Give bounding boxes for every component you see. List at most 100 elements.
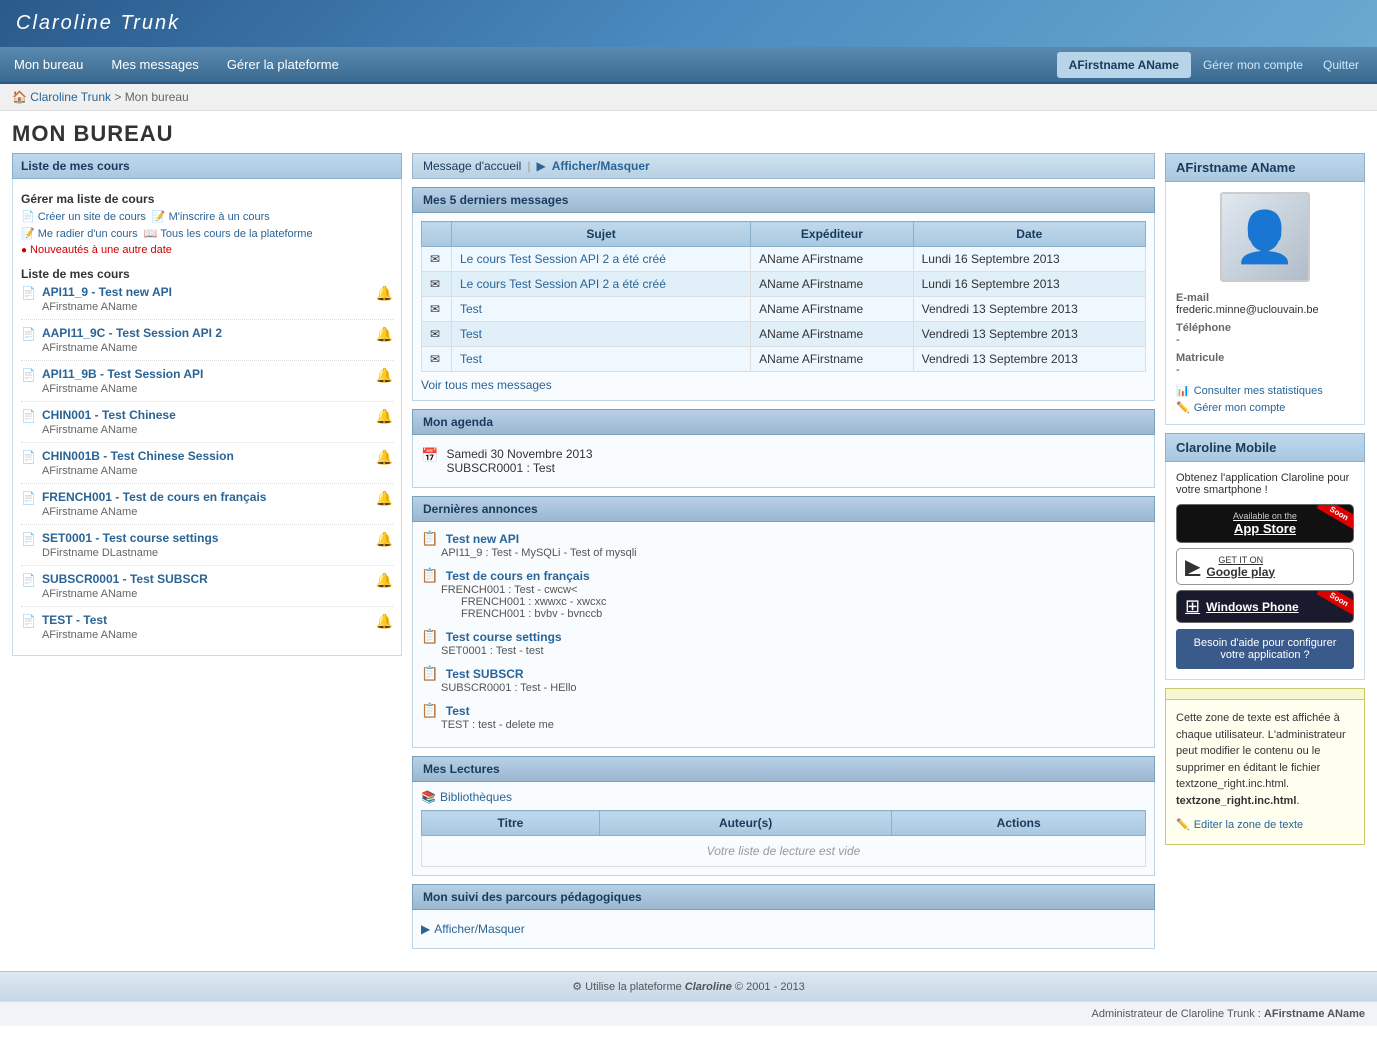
list-item: 📄 CHIN001 - Test Chinese AFirstname ANam… [21, 408, 393, 443]
announce-sub: FRENCH001 : Test - cwcw<FRENCH001 : xwwx… [421, 584, 1146, 620]
list-item: 📄 API11_9B - Test Session API AFirstname… [21, 367, 393, 402]
course-doc-icon: 📄 [21, 614, 36, 628]
list-item: 📋 Test SUBSCR SUBSCR0001 : Test - HEllo [421, 665, 1146, 694]
envelope-icon: ✉ [430, 352, 440, 366]
tous-cours-link[interactable]: 📖 Tous les cours de la plateforme [144, 227, 313, 240]
help-button[interactable]: Besoin d'aide pour configurer votre appl… [1176, 629, 1354, 669]
nav-mon-bureau[interactable]: Mon bureau [0, 47, 97, 82]
radier-cours-link[interactable]: 📝 Me radier d'un cours [21, 227, 138, 240]
phone-field: Téléphone - [1176, 322, 1354, 346]
course-name-link[interactable]: API11_9 - Test new API [42, 285, 376, 299]
radier-icon: 📝 [21, 227, 35, 240]
msg-sender-cell: AName AFirstname [751, 347, 913, 372]
course-name-link[interactable]: API11_9B - Test Session API [42, 367, 376, 381]
lect-col-actions: Actions [892, 811, 1146, 836]
msg-date-cell: Vendredi 13 Septembre 2013 [913, 297, 1145, 322]
msg-subject-cell: Le cours Test Session API 2 a été créé [452, 272, 751, 297]
footer-logo: ⚙ [572, 981, 582, 993]
course-name-link[interactable]: SET0001 - Test course settings [42, 531, 376, 545]
voir-messages-link[interactable]: Voir tous mes messages [421, 378, 552, 392]
announce-icon: 📋 [421, 628, 438, 644]
course-doc-icon: 📄 [21, 368, 36, 382]
parcours-toggle[interactable]: ▶ Afficher/Masquer [421, 918, 1146, 940]
announce-title-link[interactable]: Test new API [446, 532, 519, 546]
bibliotheques-link[interactable]: 📚 Bibliothèques [421, 790, 1146, 804]
announce-icon: 📋 [421, 530, 438, 546]
msg-subject-link[interactable]: Le cours Test Session API 2 a été créé [460, 277, 666, 291]
afficher-masquer-msg-link[interactable]: Afficher/Masquer [552, 159, 650, 173]
msg-subject-link[interactable]: Test [460, 302, 482, 316]
msg-subject-link[interactable]: Test [460, 352, 482, 366]
stats-link[interactable]: 📊 Consulter mes statistiques [1176, 384, 1354, 397]
course-doc-icon: 📄 [21, 491, 36, 505]
course-teacher: AFirstname AName [42, 465, 137, 477]
course-bell-icon[interactable]: 🔔 [376, 572, 393, 589]
lect-empty: Votre liste de lecture est vide [422, 836, 1146, 867]
course-teacher: AFirstname AName [42, 588, 137, 600]
announce-title-link[interactable]: Test de cours en français [446, 569, 590, 583]
agenda-body: 📅 Samedi 30 Novembre 2013 SUBSCR0001 : T… [412, 435, 1155, 488]
compte-icon: ✏️ [1176, 401, 1190, 414]
envelope-icon: ✉ [430, 252, 440, 266]
quitter-link[interactable]: Quitter [1315, 52, 1367, 78]
parcours-body: ▶ Afficher/Masquer [412, 910, 1155, 949]
list-item: 📋 Test de cours en français FRENCH001 : … [421, 567, 1146, 620]
course-name-link[interactable]: TEST - Test [42, 613, 376, 627]
table-row: ✉ Le cours Test Session API 2 a été créé… [422, 272, 1146, 297]
course-name-link[interactable]: AAPI11_9C - Test Session API 2 [42, 326, 376, 340]
course-name-link[interactable]: CHIN001B - Test Chinese Session [42, 449, 376, 463]
googleplay-badge[interactable]: ▶ GET IT ON Google play [1176, 548, 1354, 585]
compte-link[interactable]: ✏️ Gérer mon compte [1176, 401, 1354, 414]
course-bell-icon[interactable]: 🔔 [376, 408, 393, 425]
creer-cours-link[interactable]: 📄 Créer un site de cours [21, 210, 146, 223]
msg-subject-link[interactable]: Le cours Test Session API 2 a été créé [460, 252, 666, 266]
table-row: ✉ Le cours Test Session API 2 a été créé… [422, 247, 1146, 272]
msg-accueil-bar: Message d'accueil | ▶ Afficher/Masquer [412, 153, 1155, 179]
course-doc-icon: 📄 [21, 409, 36, 423]
lectures-header: Mes Lectures [412, 756, 1155, 782]
page-title-area: MON BUREAU [0, 111, 1377, 153]
course-bell-icon[interactable]: 🔔 [376, 531, 393, 548]
course-name-link[interactable]: SUBSCR0001 - Test SUBSCR [42, 572, 376, 586]
course-bell-icon[interactable]: 🔔 [376, 367, 393, 384]
avatar-container: 👤 [1176, 192, 1354, 282]
course-bell-icon[interactable]: 🔔 [376, 326, 393, 343]
breadcrumb-current: Mon bureau [125, 90, 189, 104]
nav-gerer-plateforme[interactable]: Gérer la plateforme [213, 47, 353, 82]
course-bell-icon[interactable]: 🔔 [376, 490, 393, 507]
course-name-link[interactable]: FRENCH001 - Test de cours en français [42, 490, 376, 504]
biblio-icon: 📚 [421, 790, 436, 804]
course-bell-icon[interactable]: 🔔 [376, 449, 393, 466]
breadcrumb-home[interactable]: Claroline Trunk [30, 90, 111, 104]
announce-title-link[interactable]: Test SUBSCR [446, 667, 524, 681]
center-column: Message d'accueil | ▶ Afficher/Masquer M… [412, 153, 1155, 949]
course-info: CHIN001B - Test Chinese Session AFirstna… [42, 449, 376, 477]
announce-title-link[interactable]: Test course settings [446, 630, 562, 644]
manage-links: 📄 Créer un site de cours 📝 M'inscrire à … [21, 210, 393, 223]
announce-title-link[interactable]: Test [446, 704, 470, 718]
course-doc-icon: 📄 [21, 532, 36, 546]
msg-col-sujet: Sujet [452, 222, 751, 247]
course-name-link[interactable]: CHIN001 - Test Chinese [42, 408, 376, 422]
course-bell-icon[interactable]: 🔔 [376, 285, 393, 302]
msg-subject-link[interactable]: Test [460, 327, 482, 341]
msg-sender-cell: AName AFirstname [751, 247, 913, 272]
nav-mes-messages[interactable]: Mes messages [97, 47, 212, 82]
agenda-icon: 📅 [421, 447, 438, 464]
msg-date-cell: Lundi 16 Septembre 2013 [913, 272, 1145, 297]
windowsphone-badge[interactable]: ⊞ Windows Phone Soon [1176, 590, 1354, 623]
envelope-icon: ✉ [430, 302, 440, 316]
msg-icon-cell: ✉ [422, 322, 452, 347]
edit-textzone-link[interactable]: ✏️ Editer la zone de texte [1176, 817, 1354, 834]
announce-sub: SET0001 : Test - test [421, 645, 1146, 657]
course-doc-icon: 📄 [21, 286, 36, 300]
course-bell-icon[interactable]: 🔔 [376, 613, 393, 630]
appstore-badge[interactable]: Available on the App Store Soon [1176, 504, 1354, 543]
nouveautes-link[interactable]: ● Nouveautés à une autre date [21, 244, 393, 256]
msg-sender-cell: AName AFirstname [751, 272, 913, 297]
gerer-compte-link[interactable]: Gérer mon compte [1195, 52, 1311, 78]
agenda-desc: SUBSCR0001 : Test [446, 461, 592, 475]
announce-icon: 📋 [421, 702, 438, 718]
inscrire-cours-link[interactable]: 📝 M'inscrire à un cours [152, 210, 270, 223]
course-info: SUBSCR0001 - Test SUBSCR AFirstname ANam… [42, 572, 376, 600]
